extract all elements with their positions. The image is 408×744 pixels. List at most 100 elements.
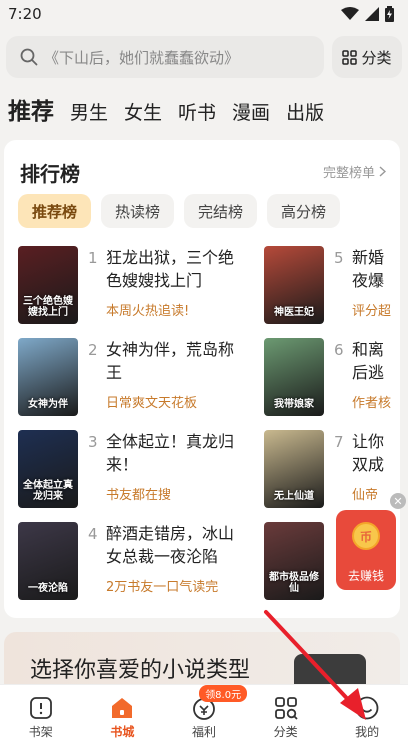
book-title: 让你双成无上 (352, 432, 385, 474)
book-cover-title: 一夜沦陷 (28, 583, 68, 594)
book-info: 狂龙出狱，三个绝色嫂嫂找上门 本周火热追读! (106, 246, 242, 326)
book-info: 新婚夜爆医妃 评分超 (352, 246, 396, 326)
book-title: 醉酒走错房，冰山女总裁一夜沦陷 (106, 524, 235, 566)
ranking-tab-hot[interactable]: 热读榜 (101, 194, 175, 228)
earn-money-widget[interactable]: 币 去赚钱 (336, 510, 396, 590)
signal-icon (365, 7, 379, 21)
book-info: 醉酒走错房，冰山女总裁一夜沦陷 2万书友一口气读完 (106, 522, 242, 602)
book-title: 女神为伴，荒岛称王 (106, 340, 235, 382)
tab-comics[interactable]: 漫画 (232, 98, 270, 125)
book-item[interactable]: 全体起立真龙归来 3 全体起立！真龙归来！ 书友都在搜 (18, 430, 242, 510)
book-cover: 无上仙道 (264, 430, 324, 508)
genre-picker-title: 选择你喜爱的小说类型 (30, 658, 251, 683)
book-tagline: 日常爽文天花板 (106, 396, 198, 411)
book-cover-title: 神医王妃 (274, 307, 314, 318)
book-title: 和离后逃荒吃 (352, 340, 385, 382)
search-input[interactable]: 《下山后，她们就蠢蠢欲动》 (6, 36, 324, 78)
nav-welfare[interactable]: 领8.0元 福利 (163, 685, 248, 744)
book-cover: 神医王妃 (264, 246, 324, 324)
book-cover-title: 三个绝色嫂嫂找上门 (23, 296, 73, 318)
nav-label: 书架 (28, 725, 53, 739)
book-tagline: 2万书友一口气读完 (106, 580, 219, 595)
book-item[interactable]: 我带娘家 6 和离后逃荒吃 作者核 (264, 338, 400, 418)
book-cover: 一夜沦陷 (18, 522, 78, 600)
nav-category[interactable]: 分类 (245, 685, 327, 744)
profile-icon (355, 696, 379, 720)
book-tagline: 书友都在搜 (106, 488, 172, 503)
book-cover: 女神为伴 (18, 338, 78, 416)
bottom-nav: 书架 书城 领8.0元 福利 分类 我的 (0, 684, 408, 744)
book-info: 全体起立！真龙归来！ 书友都在搜 (106, 430, 242, 510)
float-close-button[interactable]: ✕ (390, 493, 406, 509)
search-placeholder: 《下山后，她们就蠢蠢欲动》 (44, 48, 240, 67)
grid-icon (342, 49, 358, 65)
nav-bookshelf[interactable]: 书架 (0, 685, 82, 744)
status-icons (341, 6, 394, 22)
status-bar: 7:20 (0, 0, 408, 28)
coin-icon: 币 (352, 522, 380, 550)
welfare-badge: 领8.0元 (199, 685, 248, 702)
chevron-right-icon (379, 166, 386, 177)
full-ranking-label: 完整榜单 (322, 166, 375, 181)
category-icon (274, 697, 298, 720)
book-title: 全体起立！真龙归来！ (106, 432, 235, 474)
book-cover-title: 都市极品修仙 (269, 572, 319, 594)
category-button[interactable]: 分类 (332, 36, 402, 78)
genre-picker-card[interactable]: 选择你喜爱的小说类型 (4, 632, 400, 692)
book-item[interactable]: 三个绝色嫂嫂找上门 1 狂龙出狱，三个绝色嫂嫂找上门 本周火热追读! (18, 246, 242, 326)
book-rank-number: 5 (334, 249, 344, 267)
book-cover: 都市极品修仙 (264, 522, 324, 600)
tab-audiobook[interactable]: 听书 (178, 98, 216, 125)
book-item[interactable]: 无上仙道 7 让你双成无上 仙帝 (264, 430, 400, 510)
book-rank-number: 6 (334, 341, 344, 359)
tab-female[interactable]: 女生 (124, 98, 162, 125)
battery-icon (385, 6, 394, 22)
nav-bookstore[interactable]: 书城 (82, 685, 164, 744)
book-tagline: 本周火热追读! (106, 304, 190, 319)
channel-tabs: 推荐 男生 女生 听书 漫画 出版 (8, 92, 324, 126)
wifi-icon (341, 7, 359, 20)
nav-profile[interactable]: 我的 (326, 685, 408, 744)
status-time: 7:20 (8, 5, 42, 23)
bookstore-icon (112, 698, 133, 718)
search-row: 《下山后，她们就蠢蠢欲动》 分类 (6, 36, 402, 78)
book-cover-title: 女神为伴 (28, 399, 68, 410)
search-icon (20, 48, 38, 66)
book-cover-title: 全体起立真龙归来 (23, 480, 73, 502)
nav-label: 福利 (191, 725, 216, 739)
ranking-tab-recommend[interactable]: 推荐榜 (18, 194, 92, 228)
book-rank-number: 3 (88, 433, 98, 451)
nav-label: 书城 (110, 725, 135, 739)
book-info: 和离后逃荒吃 作者核 (352, 338, 396, 418)
book-cover: 全体起立真龙归来 (18, 430, 78, 508)
book-item[interactable]: 神医王妃 5 新婚夜爆医妃 评分超 (264, 246, 400, 326)
book-tagline: 作者核 (352, 396, 392, 411)
tab-recommend[interactable]: 推荐 (8, 92, 54, 126)
ranking-tab-completed[interactable]: 完结榜 (184, 194, 258, 228)
ranking-title: 排行榜 (20, 162, 80, 186)
book-cover: 我带娘家 (264, 338, 324, 416)
book-item[interactable]: 一夜沦陷 4 醉酒走错房，冰山女总裁一夜沦陷 2万书友一口气读完 (18, 522, 242, 602)
ranking-tabs: 推荐榜 热读榜 完结榜 高分榜 (18, 194, 341, 228)
tab-male[interactable]: 男生 (70, 98, 108, 125)
book-cover-title: 我带娘家 (274, 399, 314, 410)
book-info: 女神为伴，荒岛称王 日常爽文天花板 (106, 338, 242, 418)
book-item[interactable]: 女神为伴 2 女神为伴，荒岛称王 日常爽文天花板 (18, 338, 242, 418)
category-button-label: 分类 (361, 48, 392, 67)
book-rank-number: 4 (88, 525, 98, 543)
nav-label: 我的 (355, 725, 380, 739)
earn-money-label: 去赚钱 (347, 569, 384, 583)
nav-label: 分类 (273, 725, 298, 739)
book-rank-number: 7 (334, 433, 344, 451)
book-rank-number: 1 (88, 249, 98, 267)
book-tagline: 评分超 (352, 304, 392, 319)
book-cover: 三个绝色嫂嫂找上门 (18, 246, 78, 324)
book-title: 狂龙出狱，三个绝色嫂嫂找上门 (106, 248, 235, 290)
book-cover-title: 无上仙道 (274, 491, 314, 502)
book-title: 新婚夜爆医妃 (352, 248, 385, 290)
book-rank-number: 2 (88, 341, 98, 359)
bookshelf-icon (29, 697, 52, 719)
tab-publishing[interactable]: 出版 (286, 98, 324, 125)
full-ranking-link[interactable]: 完整榜单 (323, 162, 386, 181)
ranking-tab-top-rated[interactable]: 高分榜 (267, 194, 341, 228)
